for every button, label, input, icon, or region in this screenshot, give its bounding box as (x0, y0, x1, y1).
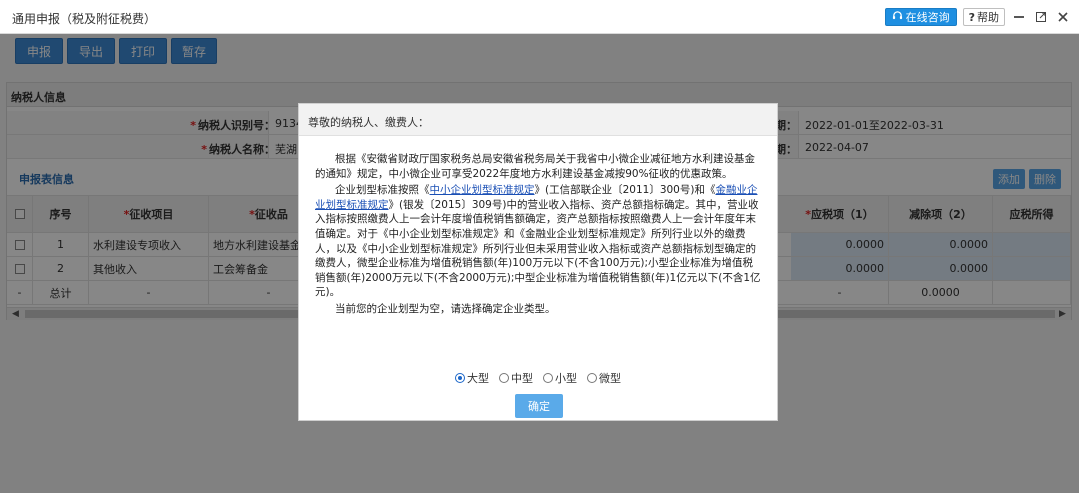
close-icon[interactable] (1055, 9, 1071, 25)
radio-medium[interactable]: 中型 (499, 370, 533, 386)
window-titlebar: 通用申报（税及附征税费） 在线咨询 ? 帮助 (0, 0, 1079, 34)
question-mark-icon: ? (968, 10, 975, 24)
notice-dialog-body: 根据《安徽省财政厅国家税务总局安徽省税务局关于我省中小微企业减征地方水利建设基金… (315, 152, 763, 319)
maximize-icon[interactable] (1033, 9, 1049, 25)
notice-dialog-title: 尊敬的纳税人、缴费人： (308, 116, 429, 129)
notice-paragraph-3: 当前您的企业划型为空，请选择确定企业类型。 (335, 302, 556, 315)
online-consult-button[interactable]: 在线咨询 (884, 8, 957, 26)
online-consult-label: 在线咨询 (905, 11, 950, 24)
radio-micro[interactable]: 微型 (587, 370, 621, 386)
titlebar-controls: 在线咨询 ? 帮助 (884, 8, 1071, 26)
notice-paragraph-1: 根据《安徽省财政厅国家税务总局安徽省税务局关于我省中小微企业减征地方水利建设基金… (315, 153, 755, 180)
notice-paragraph-2: 企业划型标准按照《中小企业划型标准规定》(工信部联企业〔2011〕300号)和《… (315, 184, 761, 299)
help-label: 帮助 (977, 11, 999, 24)
notice-dialog-header: 尊敬的纳税人、缴费人： (299, 104, 777, 136)
minimize-icon[interactable] (1011, 9, 1027, 25)
radio-large[interactable]: 大型 (455, 370, 489, 386)
headset-icon (892, 10, 903, 24)
window-title: 通用申报（税及附征税费） (12, 12, 157, 26)
sme-standard-link[interactable]: 中小企业划型标准规定 (430, 184, 535, 196)
enterprise-type-radio-group: 大型 中型 小型 微型 (299, 370, 777, 386)
help-button[interactable]: ? 帮助 (962, 8, 1005, 26)
radio-small[interactable]: 小型 (543, 370, 577, 386)
confirm-button[interactable]: 确定 (515, 394, 563, 418)
notice-dialog: 尊敬的纳税人、缴费人： 根据《安徽省财政厅国家税务总局安徽省税务局关于我省中小微… (298, 103, 778, 421)
